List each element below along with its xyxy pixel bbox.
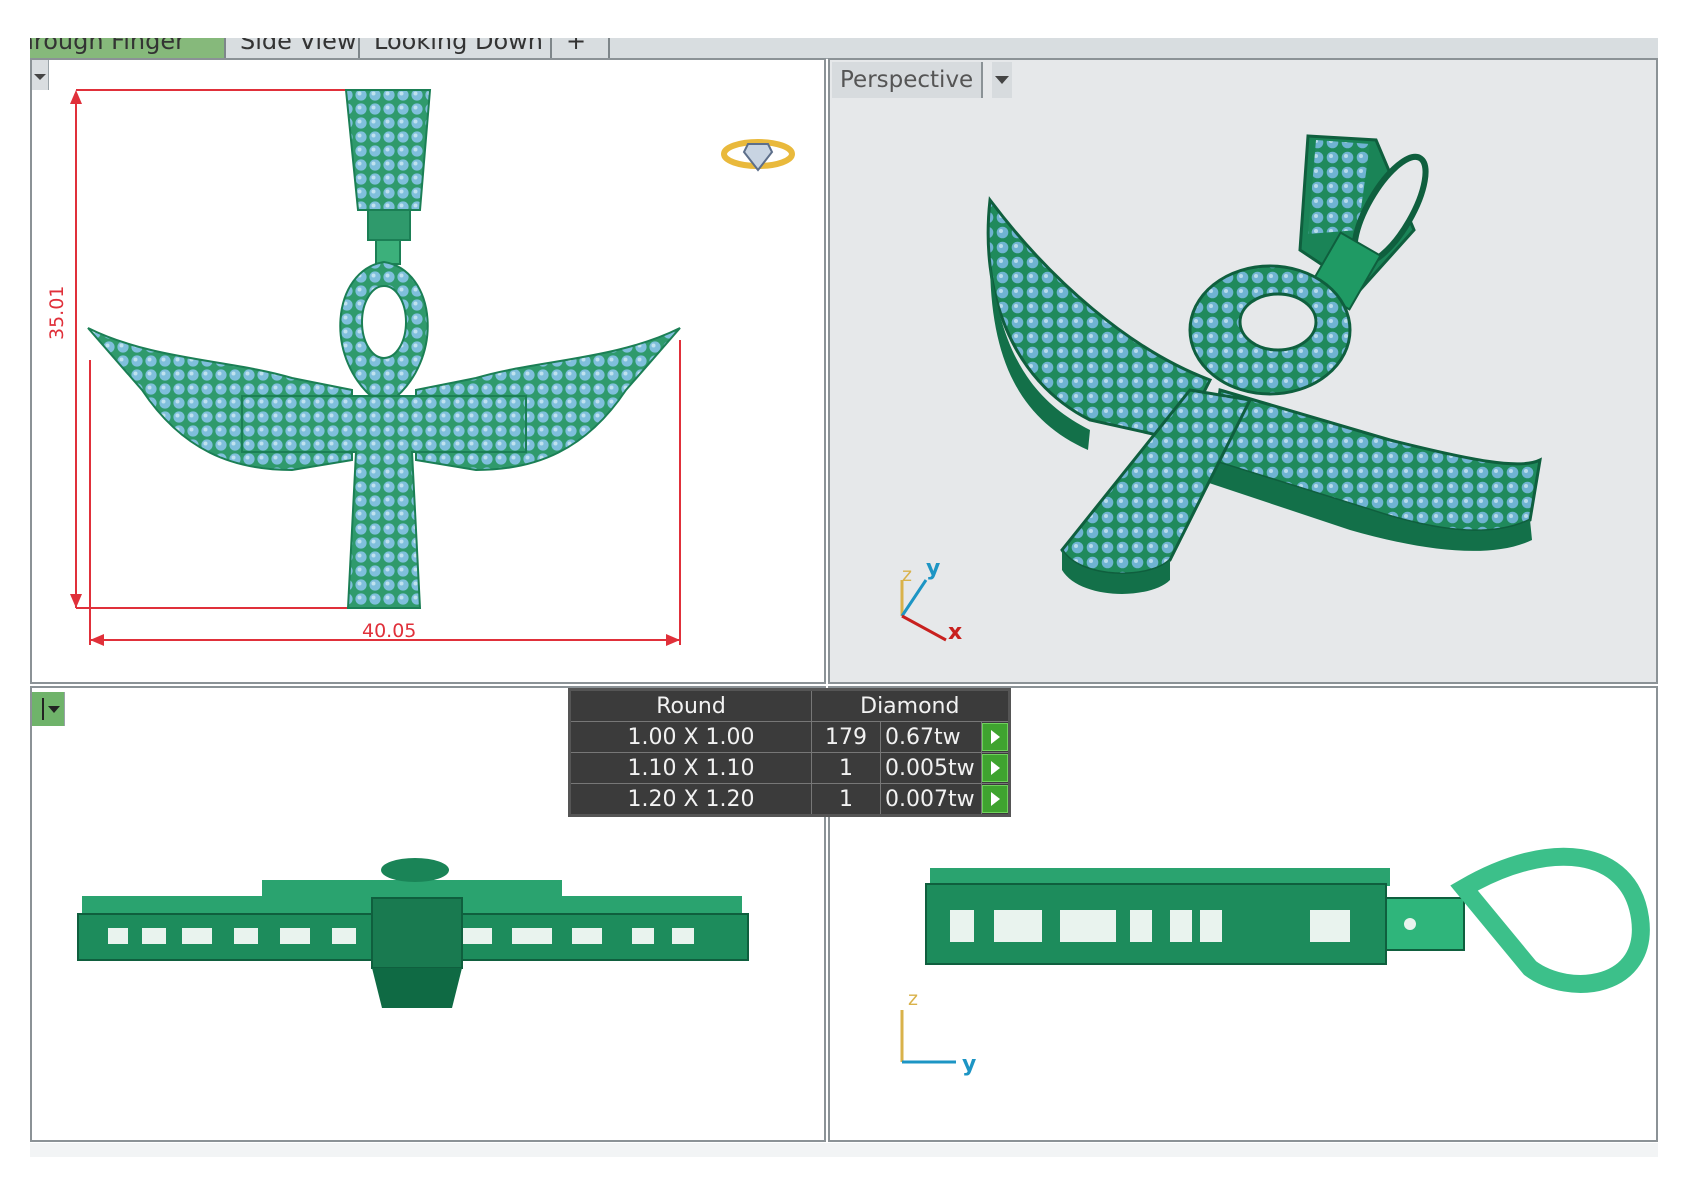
front-view-canvas (70, 89, 795, 646)
tab-through-finger[interactable]: Through Finger (30, 38, 226, 58)
select-gems-button[interactable] (981, 723, 1008, 751)
axis-gizmo (900, 579, 947, 642)
gem-weight: 0.005tw (880, 752, 982, 784)
table-row: 1.20 X 1.20 1 0.007tw (569, 783, 1010, 816)
width-dimension-label: 40.05 (362, 620, 417, 642)
table-row: 1.10 X 1.10 1 0.005tw (569, 752, 1010, 784)
gem-count: 179 (811, 721, 881, 753)
perspective-canvas (900, 134, 1542, 642)
axis-label-z: z (902, 564, 912, 586)
gem-count: 1 (811, 752, 881, 784)
tab-looking-down[interactable]: Looking Down (360, 38, 552, 58)
table-row: 1.00 X 1.00 179 0.67tw (569, 721, 1010, 753)
tab-side-view[interactable]: Side View (226, 38, 360, 58)
gem-size: 1.00 X 1.00 (569, 721, 812, 753)
status-strip (30, 1143, 1658, 1157)
gem-weight: 0.67tw (880, 721, 982, 753)
gem-weight: 0.007tw (880, 783, 982, 816)
tab-add[interactable]: + (552, 38, 610, 58)
axis-label-y: y (962, 1052, 977, 1077)
axis-label-z: z (908, 988, 918, 1010)
ring-diamond-icon (721, 139, 795, 172)
gem-size: 1.20 X 1.20 (569, 783, 812, 816)
gem-size: 1.10 X 1.10 (569, 752, 812, 784)
gem-table-header-row: Round Diamond (569, 689, 1010, 722)
gem-count: 1 (811, 783, 881, 816)
gem-summary-table: Round Diamond 1.00 X 1.00 179 0.67tw 1.1… (568, 688, 1011, 817)
view-tab-bar: Through Finger Side View Looking Down + (30, 38, 1658, 59)
axis-label-y: y (926, 556, 941, 581)
select-gems-button[interactable] (981, 785, 1008, 813)
axis-gizmo (900, 1010, 956, 1064)
viewport-perspective[interactable]: Perspective z y x (828, 58, 1658, 684)
select-gems-button[interactable] (981, 754, 1008, 782)
viewport-front[interactable]: 35.01 40.05 (30, 58, 826, 684)
header-round: Round (569, 689, 812, 722)
height-dimension-label: 35.01 (46, 285, 68, 340)
header-diamond: Diamond (811, 689, 1010, 722)
axis-label-x: x (948, 620, 963, 645)
